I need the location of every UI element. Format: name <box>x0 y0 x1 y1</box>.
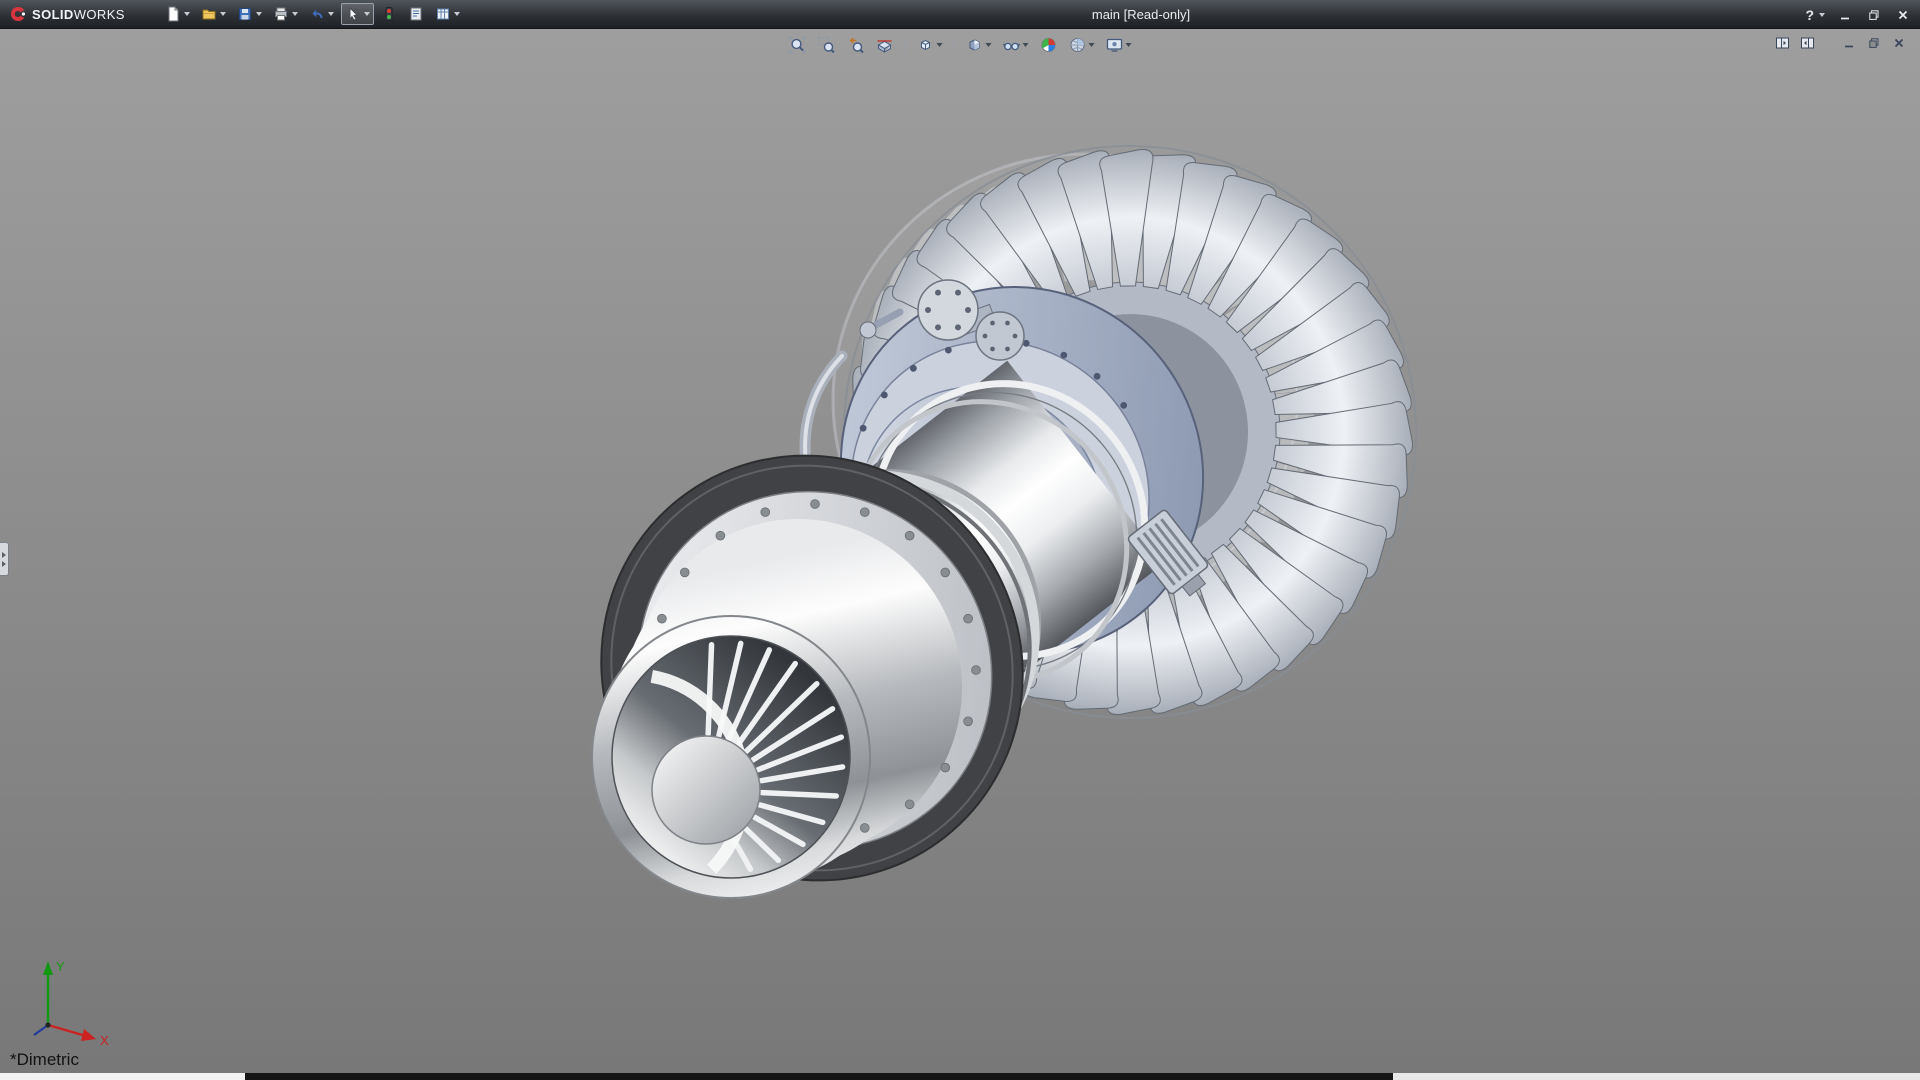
edit-appearance-button[interactable] <box>1037 34 1061 56</box>
document-minimize-icon <box>1843 37 1855 49</box>
print-button[interactable] <box>269 3 302 25</box>
hide-show-glasses-icon <box>1003 36 1021 54</box>
new-document-flyout-arrow[interactable] <box>184 12 190 16</box>
help-button[interactable]: ? <box>1805 7 1825 23</box>
toolbar-separator <box>954 36 955 54</box>
solidworks-wordmark: SOLIDWORKS <box>32 7 125 22</box>
apply-scene-button[interactable] <box>1066 34 1098 56</box>
display-style-arrow[interactable] <box>986 43 992 47</box>
close-icon <box>1897 9 1909 21</box>
standard-toolbar <box>161 3 464 25</box>
help-label: ? <box>1805 7 1814 23</box>
graphics-viewport[interactable]: Y X *Dimetric <box>0 29 1920 1073</box>
new-document-button[interactable] <box>161 3 194 25</box>
file-properties-button[interactable] <box>404 3 428 25</box>
hide-show-items-button[interactable] <box>1000 34 1032 56</box>
document-close-button[interactable] <box>1890 35 1908 51</box>
select-flyout-arrow[interactable] <box>364 12 370 16</box>
show-left-pane-button[interactable] <box>1773 35 1791 51</box>
print-flyout-arrow[interactable] <box>292 12 298 16</box>
display-style-icon <box>966 36 984 54</box>
select-button[interactable] <box>341 3 374 25</box>
minimize-button[interactable] <box>1836 6 1854 24</box>
heads-up-toolbar <box>786 34 1135 56</box>
expand-arrow-icon <box>2 561 6 567</box>
view-orientation-button[interactable] <box>914 34 946 56</box>
titlebar-controls: ? <box>1805 0 1912 29</box>
status-segment-left <box>0 1073 245 1080</box>
open-flyout-arrow[interactable] <box>220 12 226 16</box>
right-pane-icon <box>1800 36 1815 50</box>
title-bar: SOLIDWORKS <box>0 0 1920 29</box>
open-folder-icon <box>201 6 217 22</box>
zoom-to-fit-icon <box>789 36 807 54</box>
rebuild-stoplight-icon <box>381 6 397 22</box>
view-orientation-arrow[interactable] <box>937 43 943 47</box>
section-view-icon <box>876 36 894 54</box>
feature-panel-collapsed-tab[interactable] <box>0 542 9 576</box>
save-floppy-icon <box>237 6 253 22</box>
view-orientation-cube-icon <box>917 36 935 54</box>
y-axis-arrow <box>43 961 53 975</box>
previous-view-icon <box>847 36 865 54</box>
engine-model-render[interactable] <box>0 29 1920 1073</box>
x-axis-arrow <box>81 1029 96 1041</box>
undo-icon <box>309 6 325 22</box>
apply-scene-icon <box>1069 36 1087 54</box>
view-settings-button[interactable] <box>1103 34 1135 56</box>
previous-view-button[interactable] <box>844 34 868 56</box>
zoom-to-area-button[interactable] <box>815 34 839 56</box>
options-flyout-arrow[interactable] <box>454 12 460 16</box>
options-button[interactable] <box>431 3 464 25</box>
rebuild-button[interactable] <box>377 3 401 25</box>
print-icon <box>273 6 289 22</box>
open-button[interactable] <box>197 3 230 25</box>
restore-icon <box>1868 9 1880 21</box>
file-properties-icon <box>408 6 424 22</box>
options-table-icon <box>435 6 451 22</box>
help-flyout-arrow[interactable] <box>1819 13 1825 17</box>
x-axis-label: X <box>100 1033 109 1048</box>
undo-flyout-arrow[interactable] <box>328 12 334 16</box>
orientation-triad: Y X <box>14 939 124 1049</box>
solidworks-brand: SOLIDWORKS <box>0 4 135 24</box>
show-right-pane-button[interactable] <box>1798 35 1816 51</box>
left-pane-icon <box>1775 36 1790 50</box>
select-cursor-icon <box>345 6 361 22</box>
window-title: main [Read-only] <box>1092 0 1190 29</box>
solidworks-logo-icon <box>8 4 28 24</box>
document-restore-button[interactable] <box>1865 35 1883 51</box>
close-button[interactable] <box>1894 6 1912 24</box>
restore-button[interactable] <box>1865 6 1883 24</box>
new-document-icon <box>165 6 181 22</box>
document-restore-icon <box>1868 37 1880 49</box>
edit-appearance-ball-icon <box>1040 36 1058 54</box>
view-settings-icon <box>1106 36 1124 54</box>
status-bar <box>0 1073 1920 1080</box>
apply-scene-arrow[interactable] <box>1089 43 1095 47</box>
hide-show-arrow[interactable] <box>1023 43 1029 47</box>
view-settings-arrow[interactable] <box>1126 43 1132 47</box>
y-axis-label: Y <box>56 959 65 974</box>
section-view-button[interactable] <box>873 34 897 56</box>
status-segment-dark <box>245 1073 1393 1080</box>
save-flyout-arrow[interactable] <box>256 12 262 16</box>
zoom-to-area-icon <box>818 36 836 54</box>
display-style-button[interactable] <box>963 34 995 56</box>
document-minimize-button[interactable] <box>1840 35 1858 51</box>
view-orientation-label: *Dimetric <box>10 1050 79 1070</box>
save-button[interactable] <box>233 3 266 25</box>
minimize-icon <box>1839 9 1851 21</box>
status-segment-right <box>1393 1073 1920 1080</box>
toolbar-separator <box>905 36 906 54</box>
document-window-controls <box>1773 35 1908 51</box>
solidworks-window: SOLIDWORKS <box>0 0 1920 1080</box>
undo-button[interactable] <box>305 3 338 25</box>
spinner-hub[interactable] <box>652 736 760 844</box>
zoom-to-fit-button[interactable] <box>786 34 810 56</box>
document-close-icon <box>1893 37 1905 49</box>
expand-arrow-icon <box>2 552 6 558</box>
